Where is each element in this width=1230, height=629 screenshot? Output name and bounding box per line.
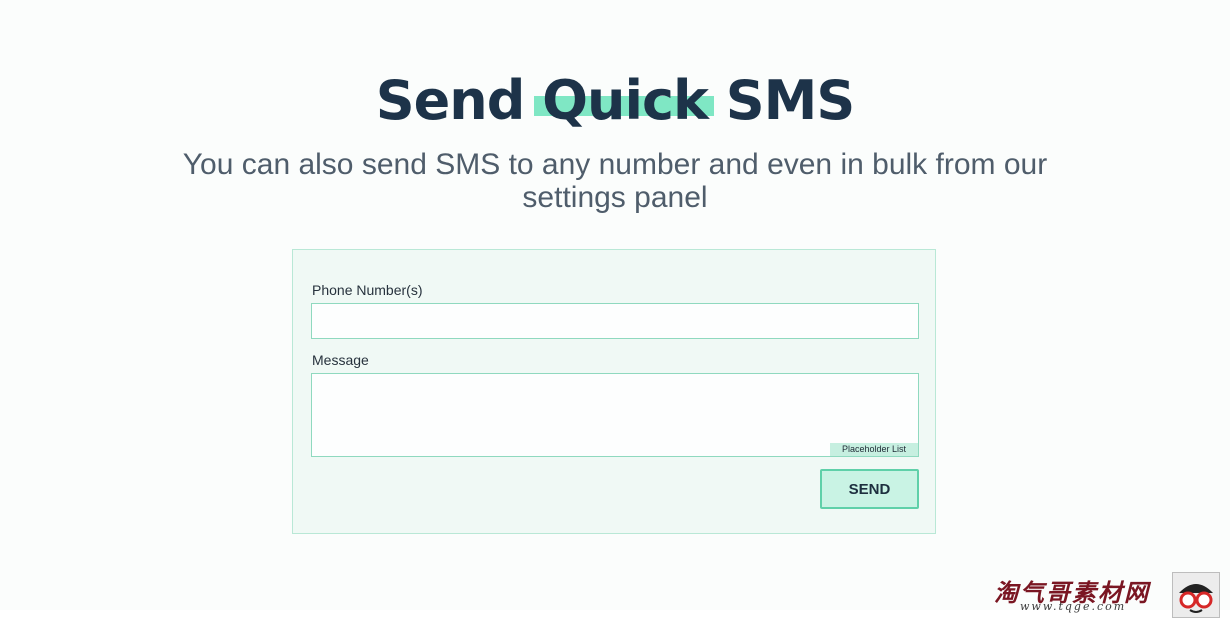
page-title: Send Quick SMS — [0, 66, 1230, 136]
title-suffix: SMS — [707, 69, 856, 132]
message-textarea[interactable] — [312, 374, 918, 456]
phone-number-label: Phone Number(s) — [312, 282, 423, 298]
phone-number-input[interactable] — [311, 303, 919, 339]
glasses-face-icon — [1179, 584, 1213, 613]
quick-sms-form: Phone Number(s) Message Placeholder List… — [292, 249, 936, 534]
message-label: Message — [312, 352, 369, 368]
watermark: 淘气哥素材网 www.tqge.com — [990, 571, 1225, 619]
title-prefix: Send — [375, 69, 543, 132]
watermark-url: www.tqge.com — [1020, 600, 1127, 613]
placeholder-list-button[interactable]: Placeholder List — [829, 443, 918, 456]
watermark-logo-icon — [1172, 572, 1220, 618]
title-highlight: Quick — [534, 66, 714, 136]
page-subtitle: You can also send SMS to any number and … — [182, 148, 1048, 214]
title-highlight-text: Quick — [542, 69, 709, 132]
message-field-container: Placeholder List — [311, 373, 919, 457]
send-button[interactable]: SEND — [820, 469, 919, 509]
